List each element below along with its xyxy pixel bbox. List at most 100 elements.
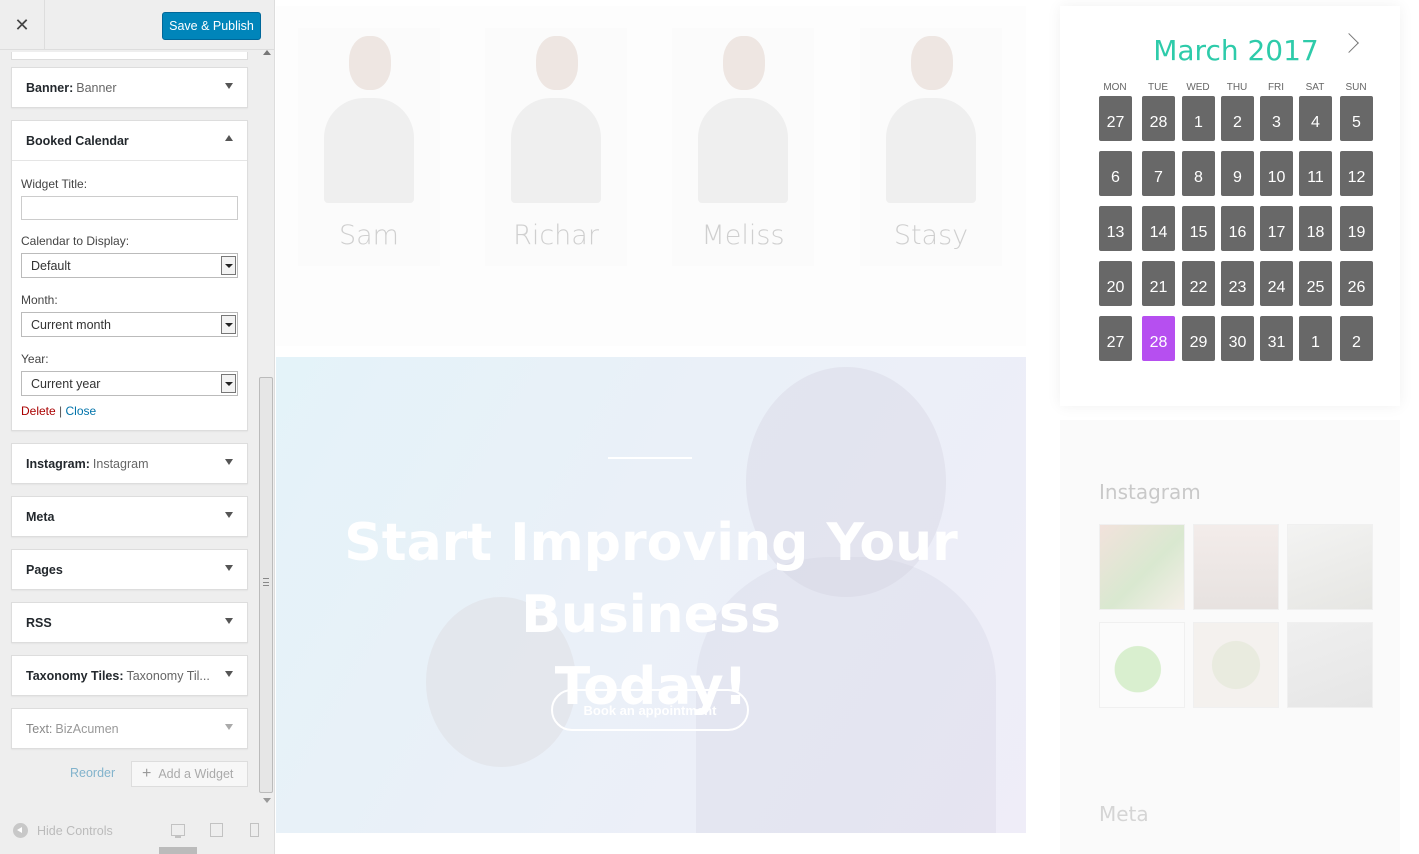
calendar-day[interactable]: 8 xyxy=(1182,151,1215,196)
widget-header[interactable]: Text: BizAcumen xyxy=(12,709,247,748)
team-member[interactable]: Stasy xyxy=(860,28,1002,266)
widget-text[interactable]: Text: BizAcumen xyxy=(11,708,248,749)
expand-arrow-icon[interactable] xyxy=(225,565,233,571)
save-publish-button[interactable]: Save & Publish xyxy=(162,12,261,40)
delete-link[interactable]: Delete xyxy=(21,404,56,418)
widget-header[interactable]: Meta xyxy=(12,497,247,536)
widget-title-label: Widget Title: xyxy=(21,177,88,191)
month-select[interactable]: Current month xyxy=(21,312,238,337)
sidebar-scrollbar[interactable] xyxy=(259,50,274,808)
widget-banner[interactable]: Banner: Banner xyxy=(11,67,248,108)
expand-arrow-icon[interactable] xyxy=(225,618,233,624)
calendar-day[interactable]: 24 xyxy=(1260,261,1293,306)
calendar-day[interactable]: 9 xyxy=(1221,151,1254,196)
expand-arrow-icon[interactable] xyxy=(225,724,233,730)
calendar-day[interactable]: 21 xyxy=(1142,261,1175,306)
mobile-preview-icon[interactable] xyxy=(250,823,259,837)
calendar-day[interactable]: 26 xyxy=(1340,261,1373,306)
instagram-thumbnail[interactable] xyxy=(1099,622,1185,708)
calendar-day[interactable]: 1 xyxy=(1299,316,1332,361)
widget-title: Pages xyxy=(26,562,63,577)
calendar-day[interactable]: 5 xyxy=(1340,96,1373,141)
actions-separator: | xyxy=(59,404,63,418)
calendar-day[interactable]: 14 xyxy=(1142,206,1175,251)
close-link[interactable]: Close xyxy=(66,404,97,418)
calendar-day[interactable]: 30 xyxy=(1221,316,1254,361)
calendar-day[interactable]: 13 xyxy=(1099,206,1132,251)
expand-arrow-icon[interactable] xyxy=(225,459,233,465)
calendar-day[interactable]: 23 xyxy=(1221,261,1254,306)
instagram-thumbnail[interactable] xyxy=(1193,524,1279,610)
calendar-day[interactable]: 22 xyxy=(1182,261,1215,306)
calendar-day[interactable]: 12 xyxy=(1340,151,1373,196)
desktop-preview-icon[interactable] xyxy=(171,824,185,838)
widget-list-top-edge xyxy=(11,52,248,60)
calendar-day[interactable]: 10 xyxy=(1260,151,1293,196)
meta-widget-title: Meta xyxy=(1099,802,1149,826)
calendar-day[interactable]: 7 xyxy=(1142,151,1175,196)
instagram-thumbnail[interactable] xyxy=(1193,622,1279,708)
close-customizer-button[interactable]: ✕ xyxy=(0,0,45,50)
tablet-preview-icon[interactable] xyxy=(210,823,223,837)
instagram-thumbnail[interactable] xyxy=(1287,524,1373,610)
calendar-day[interactable]: 2 xyxy=(1340,316,1373,361)
calendar-day[interactable]: 25 xyxy=(1299,261,1332,306)
widget-pages[interactable]: Pages xyxy=(11,549,248,590)
dropdown-arrow-icon[interactable] xyxy=(221,374,236,393)
expand-arrow-icon[interactable] xyxy=(225,83,233,89)
scroll-down-arrow-icon[interactable] xyxy=(263,798,271,803)
instagram-thumbnail[interactable] xyxy=(1099,524,1185,610)
year-label: Year: xyxy=(21,352,49,366)
calendar-day[interactable]: 27 xyxy=(1099,96,1132,141)
widget-rss[interactable]: RSS xyxy=(11,602,248,643)
calendar-day[interactable]: 17 xyxy=(1260,206,1293,251)
hero-divider xyxy=(608,457,692,459)
calendar-day[interactable]: 28 xyxy=(1142,316,1175,361)
collapse-arrow-icon[interactable] xyxy=(225,135,233,141)
calendar-day[interactable]: 11 xyxy=(1299,151,1332,196)
add-widget-button[interactable]: + Add a Widget xyxy=(131,761,248,787)
widget-taxonomy-tiles[interactable]: Taxonomy Tiles: Taxonomy Til... xyxy=(11,655,248,696)
widget-title-input[interactable] xyxy=(21,196,238,220)
widget-header[interactable]: Taxonomy Tiles: Taxonomy Til... xyxy=(12,656,247,695)
dropdown-arrow-icon[interactable] xyxy=(221,256,236,275)
calendar-day[interactable]: 15 xyxy=(1182,206,1215,251)
widget-header[interactable]: Banner: Banner xyxy=(12,68,247,107)
team-member[interactable]: Meliss xyxy=(672,28,814,266)
calendar-day[interactable]: 29 xyxy=(1182,316,1215,361)
calendar-day[interactable]: 18 xyxy=(1299,206,1332,251)
calendar-display-select[interactable]: Default xyxy=(21,253,238,278)
expand-arrow-icon[interactable] xyxy=(225,512,233,518)
scrollbar-thumb[interactable] xyxy=(259,377,273,793)
member-photo xyxy=(692,28,794,203)
year-select[interactable]: Current year xyxy=(21,371,238,396)
calendar-day[interactable]: 1 xyxy=(1182,96,1215,141)
reorder-link[interactable]: Reorder xyxy=(70,766,115,780)
collapse-icon xyxy=(13,823,28,838)
calendar-day[interactable]: 28 xyxy=(1142,96,1175,141)
book-appointment-button[interactable]: Book an appointment xyxy=(551,689,749,731)
team-member[interactable]: Sam xyxy=(298,28,440,266)
team-member[interactable]: Richar xyxy=(485,28,627,266)
calendar-day[interactable]: 31 xyxy=(1260,316,1293,361)
hide-controls-button[interactable]: Hide Controls xyxy=(13,823,113,838)
scroll-up-arrow-icon[interactable] xyxy=(263,50,271,55)
widget-title: Meta xyxy=(26,509,55,524)
instagram-thumbnail[interactable] xyxy=(1287,622,1373,708)
calendar-day[interactable]: 2 xyxy=(1221,96,1254,141)
widget-header[interactable]: Instagram: Instagram xyxy=(12,444,247,483)
calendar-day[interactable]: 3 xyxy=(1260,96,1293,141)
dropdown-arrow-icon[interactable] xyxy=(221,315,236,334)
widget-meta[interactable]: Meta xyxy=(11,496,248,537)
calendar-day[interactable]: 16 xyxy=(1221,206,1254,251)
calendar-day[interactable]: 4 xyxy=(1299,96,1332,141)
calendar-day[interactable]: 6 xyxy=(1099,151,1132,196)
calendar-day[interactable]: 19 xyxy=(1340,206,1373,251)
expand-arrow-icon[interactable] xyxy=(225,671,233,677)
calendar-day[interactable]: 20 xyxy=(1099,261,1132,306)
calendar-day[interactable]: 27 xyxy=(1099,316,1132,361)
widget-header[interactable]: Pages xyxy=(12,550,247,589)
widget-header[interactable]: RSS xyxy=(12,603,247,642)
widget-header[interactable]: Booked Calendar xyxy=(12,121,247,160)
widget-instagram[interactable]: Instagram: Instagram xyxy=(11,443,248,484)
